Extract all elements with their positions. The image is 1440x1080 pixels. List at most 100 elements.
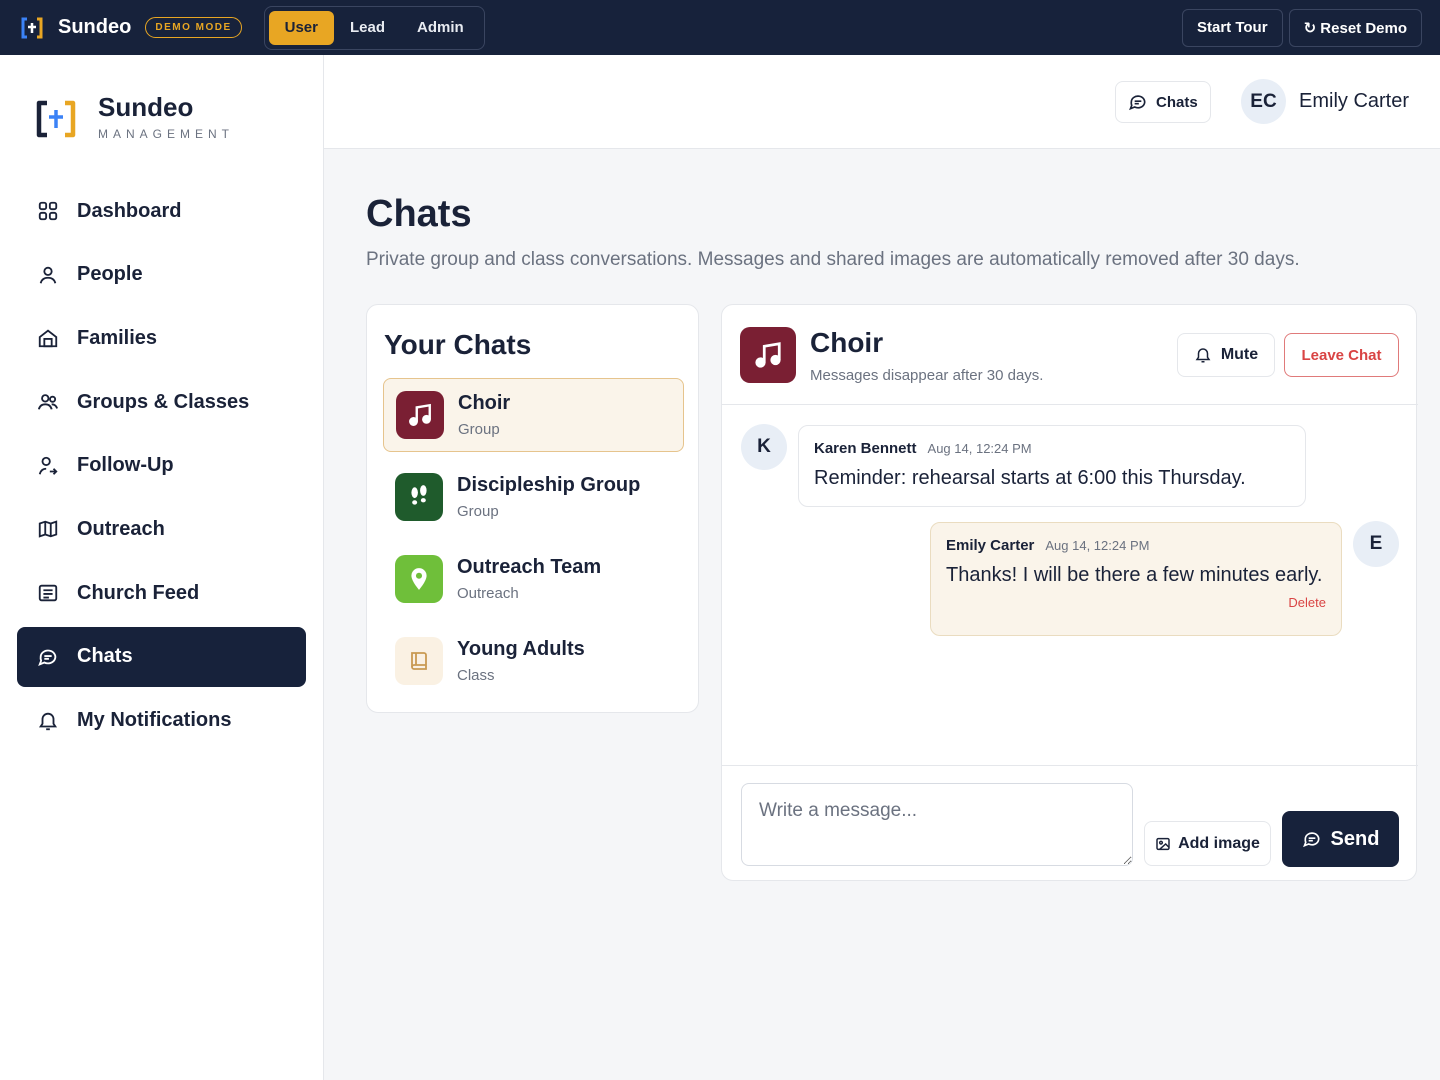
sidebar-brand-title: Sundeo [98,92,194,122]
message-text: Reminder: rehearsal starts at 6:00 this … [814,467,1246,489]
add-image-label: Add image [1178,834,1260,852]
chat-list-item-outreach-team[interactable]: Outreach Team Outreach [383,542,684,616]
mute-label: Mute [1220,346,1259,363]
page-title: Chats [366,193,472,235]
grid-icon [37,200,59,222]
sidebar-item-label: Groups & Classes [77,390,250,413]
chat-list-item-name: Choir [458,392,511,414]
message-avatar: E [1353,521,1399,567]
chat-list-item-discipleship-group[interactable]: Discipleship Group Group [383,460,684,534]
conversation-card: Choir Messages disappear after 30 days. … [721,304,1418,882]
sidebar-item-outreach[interactable]: Outreach [17,499,306,559]
sidebar-item-label: Follow-Up [77,454,174,477]
sidebar-item-people[interactable]: People [17,245,306,305]
send-button[interactable]: Send [1282,811,1399,867]
header-chats-label: Chats [1156,93,1198,111]
users-icon [37,391,59,413]
chat-list-item-name: Outreach Team [457,556,602,578]
role-lead-button[interactable]: Lead [334,11,401,45]
footprints-icon [395,473,443,521]
message-author: Emily Carter [946,537,1035,554]
app-brand: Sundeo [58,16,132,38]
sundeo-logo-icon [32,95,80,143]
sidebar-item-families[interactable]: Families [17,308,306,368]
conversation-subtitle: Messages disappear after 30 days. [810,367,1044,384]
message-composer: Add image Send [722,765,1418,882]
sidebar-item-chats[interactable]: Chats [17,626,306,687]
chat-icon [37,646,59,668]
bell-icon [37,710,59,732]
role-admin-button[interactable]: Admin [401,11,480,45]
avatar[interactable]: EC [1241,79,1286,124]
message-time: Aug 14, 12:24 PM [927,441,1032,456]
map-pin-icon [395,555,443,603]
sundeo-logo-icon [18,14,46,42]
page-header: Chats EC Emily Carter [324,55,1440,149]
sidebar-item-my-notifications[interactable]: My Notifications [17,691,306,751]
sidebar-item-label: Families [77,326,158,349]
demo-mode-badge: DEMO MODE [145,17,242,38]
sidebar-brand-subtitle: MANAGEMENT [98,127,235,141]
sidebar-item-label: Dashboard [77,199,182,222]
topbar-actions: Start Tour ↻ Reset Demo [1182,8,1422,47]
music-note-icon [740,327,796,383]
sidebar-item-church-feed[interactable]: Church Feed [17,563,306,623]
sidebar: Sundeo MANAGEMENT Dashboard People Famil… [0,55,324,1080]
delete-message-button[interactable]: Delete [946,595,1326,610]
chat-icon [1302,829,1322,849]
user-icon [37,264,59,286]
conversation-header: Choir Messages disappear after 30 days. … [722,305,1418,405]
sidebar-brand[interactable]: Sundeo MANAGEMENT [32,93,234,143]
image-icon [1155,836,1171,852]
sidebar-item-label: People [77,263,143,286]
message-author: Karen Bennett [814,440,917,457]
sidebar-item-label: Chats [77,645,133,668]
sidebar-item-label: Outreach [77,517,165,540]
message-time: Aug 14, 12:24 PM [1045,538,1150,553]
add-image-button[interactable]: Add image [1144,821,1271,866]
top-bar: Sundeo DEMO MODE User Lead Admin Start T… [0,0,1440,55]
sidebar-nav: Dashboard People Families Groups & Class… [17,181,306,754]
bell-icon [1194,346,1212,364]
chat-list-card: Your Chats Choir Group Discipleship Grou… [366,304,699,713]
book-icon [395,637,443,685]
house-icon [37,327,59,349]
mute-button[interactable]: Mute [1177,333,1275,377]
role-switcher: User Lead Admin [263,5,485,50]
map-icon [37,518,59,540]
chat-list-item-type: Group [458,421,500,438]
chat-list-item-type: Outreach [457,585,519,602]
chat-list-item-type: Group [457,503,499,520]
sidebar-item-follow-up[interactable]: Follow-Up [17,436,306,496]
start-tour-button[interactable]: Start Tour [1182,8,1283,47]
message-avatar: K [741,424,787,470]
sidebar-item-label: My Notifications [77,709,232,731]
message-text: Thanks! I will be there a few minutes ea… [946,564,1323,586]
send-label: Send [1330,827,1380,850]
message-input[interactable] [741,783,1133,866]
chat-icon [1128,92,1148,112]
music-note-icon [396,391,444,439]
leave-chat-button[interactable]: Leave Chat [1284,333,1399,377]
conversation-title: Choir [810,327,884,358]
page-description: Private group and class conversations. M… [366,249,1300,270]
chat-list-item-choir[interactable]: Choir Group [383,378,684,452]
user-follow-icon [37,455,59,477]
header-chats-button[interactable]: Chats [1115,81,1211,123]
newspaper-icon [37,582,59,604]
sidebar-item-dashboard[interactable]: Dashboard [17,181,306,241]
role-user-button[interactable]: User [268,10,334,45]
chat-list-item-name: Discipleship Group [457,474,641,496]
chat-list-item-type: Class [457,667,495,684]
user-name[interactable]: Emily Carter [1299,90,1409,113]
message-meta: Emily Carter Aug 14, 12:24 PM [946,537,1326,554]
reset-demo-button[interactable]: ↻ Reset Demo [1288,8,1422,47]
chat-list-title: Your Chats [384,329,532,360]
message-meta: Karen Bennett Aug 14, 12:24 PM [814,440,1290,457]
chat-list-item-young-adults[interactable]: Young Adults Class [383,624,684,698]
message-bubble: Karen Bennett Aug 14, 12:24 PM Reminder:… [798,425,1306,507]
message-bubble-mine: Emily Carter Aug 14, 12:24 PM Thanks! I … [930,522,1342,636]
sidebar-item-label: Church Feed [77,581,200,604]
sidebar-item-groups-classes[interactable]: Groups & Classes [17,372,306,432]
chat-list-item-name: Young Adults [457,638,585,660]
